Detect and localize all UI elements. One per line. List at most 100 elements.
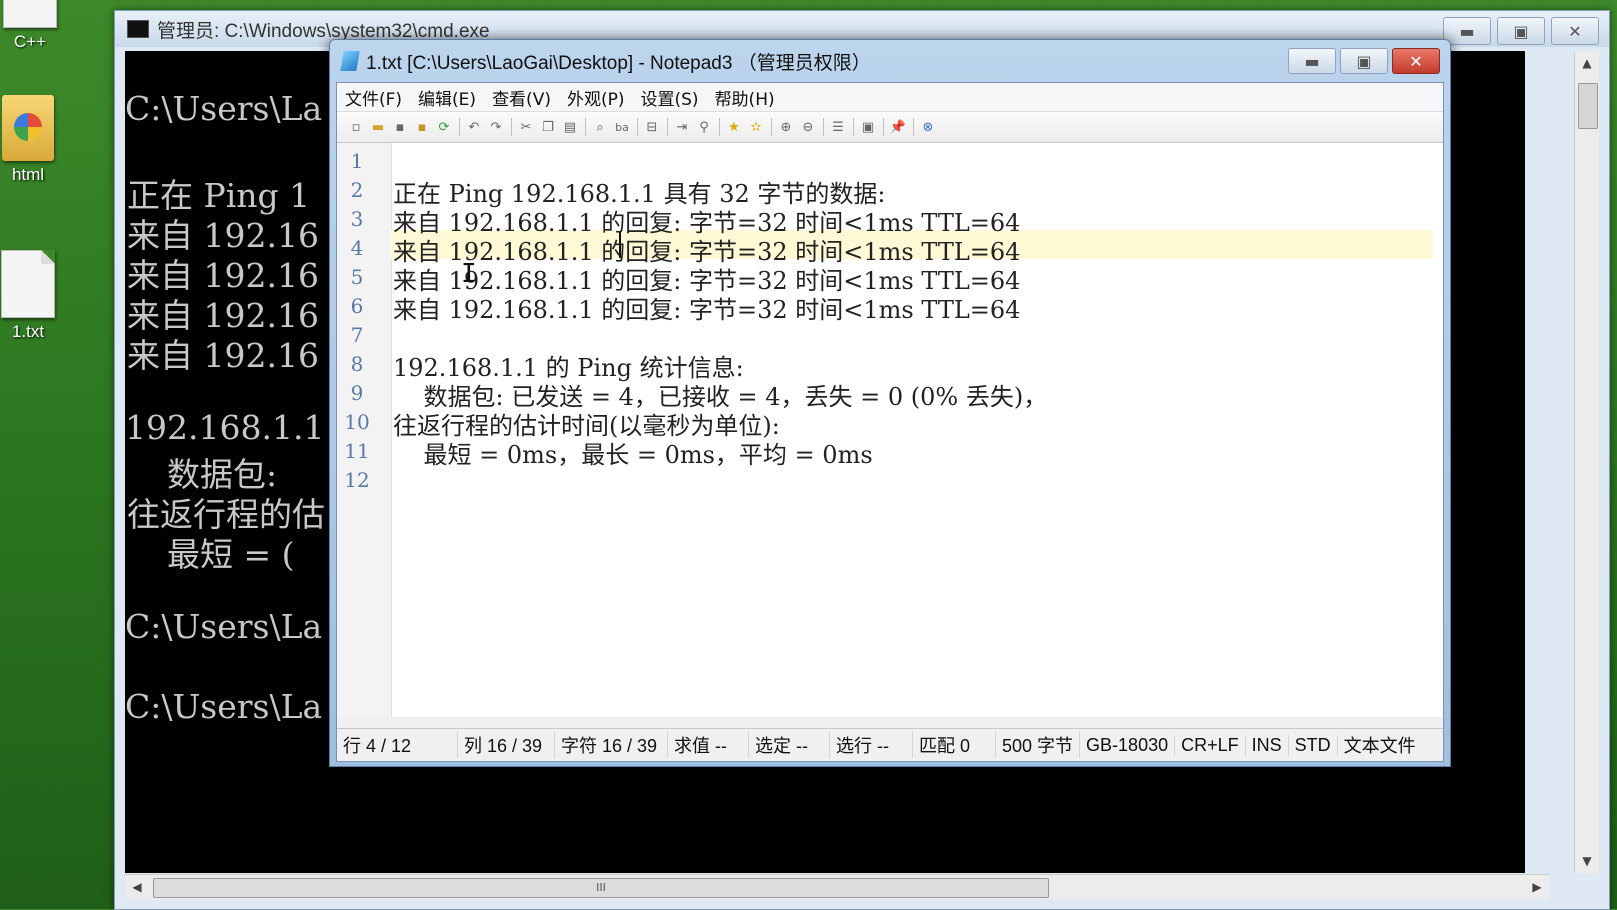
- status-line[interactable]: 行 4 / 12: [337, 732, 458, 758]
- toolbar-separator: [663, 116, 671, 138]
- menu-settings[interactable]: 设置(S): [633, 85, 707, 110]
- pin-icon[interactable]: 📌: [887, 116, 909, 138]
- line-number: 7: [350, 323, 364, 347]
- status-file-type[interactable]: 文本文件: [1338, 732, 1422, 758]
- cut-icon[interactable]: ✂: [515, 116, 537, 138]
- desktop-icon-html[interactable]: html: [0, 95, 68, 185]
- line-number: 9: [350, 381, 364, 405]
- status-selected-lines: 选行 --: [830, 732, 913, 758]
- notepad-titlebar[interactable]: 1.txt [C:\Users\LaoGai\Desktop] - Notepa…: [330, 40, 1450, 82]
- console-line: C:\Users\La: [125, 687, 323, 726]
- toolbar: ▫ ▬ ▪ ▪ ⟳ ↶ ↷ ✂ ❐ ▤ ⌕ ba ⊟ ⇥ ⚲ ★ ✫ ⊕ ⊖ ☰…: [337, 111, 1443, 143]
- close-button[interactable]: ✕: [1392, 48, 1440, 74]
- notepad3-icon: [340, 51, 360, 71]
- status-selection: 选定 --: [749, 732, 830, 758]
- line-number: 4: [350, 236, 364, 260]
- text-file-icon: [1, 250, 55, 318]
- status-bar: 行 4 / 12 列 16 / 39 字符 16 / 39 求值 -- 选定 -…: [337, 728, 1443, 761]
- line-number: 12: [344, 468, 370, 492]
- horizontal-scrollbar[interactable]: ◀ III ▶: [125, 874, 1549, 899]
- cpp-file-icon: [3, 0, 57, 28]
- menu-bar: 文件(F) 编辑(E) 查看(V) 外观(P) 设置(S) 帮助(H): [337, 83, 1443, 111]
- reload-icon[interactable]: ⟳: [433, 116, 455, 138]
- maximize-button[interactable]: ▣: [1340, 48, 1388, 74]
- status-eol[interactable]: CR+LF: [1175, 734, 1246, 756]
- save-as-icon[interactable]: ▪: [411, 116, 433, 138]
- scroll-down-icon[interactable]: ▼: [1575, 849, 1599, 873]
- status-std[interactable]: STD: [1289, 734, 1338, 756]
- toolbar-separator: [715, 116, 723, 138]
- status-matches: 匹配 0: [913, 732, 996, 758]
- toolbar-separator: [849, 116, 857, 138]
- line-number: 3: [350, 207, 364, 231]
- wordwrap-icon[interactable]: ⇥: [671, 116, 693, 138]
- line-number: 8: [350, 352, 364, 376]
- desktop-icon-label: C++: [13, 32, 47, 51]
- console-line: 最短 = (: [125, 535, 295, 574]
- line-number: 1: [350, 149, 364, 173]
- console-line: C:\Users\La: [125, 89, 323, 128]
- exit-icon[interactable]: ⊗: [917, 116, 939, 138]
- text-caret: [619, 232, 621, 258]
- notepad-title: 1.txt [C:\Users\LaoGai\Desktop] - Notepa…: [366, 52, 871, 74]
- paste-icon[interactable]: ▤: [559, 116, 581, 138]
- find-icon[interactable]: ⌕: [589, 116, 611, 138]
- line-number: 2: [350, 178, 364, 202]
- menu-file[interactable]: 文件(F): [337, 85, 410, 110]
- toolbar-separator: [819, 116, 827, 138]
- toolbar-separator: [455, 116, 463, 138]
- redo-icon[interactable]: ↷: [485, 116, 507, 138]
- menu-appearance[interactable]: 外观(P): [559, 85, 633, 110]
- toolbar-separator: [507, 116, 515, 138]
- desktop-icon-label: 1.txt: [11, 322, 45, 341]
- copy-icon[interactable]: ❐: [537, 116, 559, 138]
- scheme-icon[interactable]: ☰: [827, 116, 849, 138]
- scroll-right-icon[interactable]: ▶: [1525, 875, 1549, 899]
- minimize-button[interactable]: ▬: [1288, 48, 1336, 74]
- line-number: 6: [350, 294, 364, 318]
- new-file-icon[interactable]: ▫: [345, 116, 367, 138]
- fullscreen-icon[interactable]: ▣: [857, 116, 879, 138]
- replace-icon[interactable]: ba: [611, 116, 633, 138]
- line-number: 10: [344, 410, 370, 434]
- close-button[interactable]: ✕: [1551, 17, 1599, 45]
- menu-edit[interactable]: 编辑(E): [410, 85, 484, 110]
- goto-icon[interactable]: ⊟: [641, 116, 663, 138]
- scroll-left-icon[interactable]: ◀: [125, 875, 149, 899]
- scroll-thumb[interactable]: [1578, 83, 1598, 129]
- menu-help[interactable]: 帮助(H): [707, 85, 783, 110]
- desktop-icon-cpp[interactable]: C++: [0, 0, 70, 52]
- undo-icon[interactable]: ↶: [463, 116, 485, 138]
- toolbar-separator: [581, 116, 589, 138]
- status-encoding[interactable]: GB-18030: [1080, 734, 1176, 756]
- zoom-icon[interactable]: ⚲: [693, 116, 715, 138]
- zoom-out-icon[interactable]: ⊖: [797, 116, 819, 138]
- minimize-button[interactable]: ▬: [1443, 17, 1491, 45]
- zoom-in-icon[interactable]: ⊕: [775, 116, 797, 138]
- cmd-icon: [127, 20, 149, 38]
- html-folder-icon: [2, 95, 54, 161]
- scroll-thumb[interactable]: III: [153, 878, 1049, 898]
- status-column: 列 16 / 39: [458, 732, 555, 758]
- desktop-icon-1txt[interactable]: 1.txt: [0, 250, 68, 342]
- favorites-icon[interactable]: ★: [723, 116, 745, 138]
- line-number: 11: [344, 439, 370, 463]
- vertical-scrollbar[interactable]: ▲ ▼: [1574, 51, 1599, 873]
- status-eval: 求值 --: [668, 732, 749, 758]
- toolbar-separator: [767, 116, 775, 138]
- text-editor[interactable]: 1 2 3 4 5 6 7 8 9 10 11 12 正在 Ping 192.1…: [337, 143, 1443, 717]
- add-favorite-icon[interactable]: ✫: [745, 116, 767, 138]
- console-line: 192.168.1.1: [125, 408, 325, 447]
- toolbar-separator: [879, 116, 887, 138]
- maximize-button[interactable]: ▣: [1497, 17, 1545, 45]
- menu-view[interactable]: 查看(V): [484, 85, 559, 110]
- save-icon[interactable]: ▪: [389, 116, 411, 138]
- ibeam-cursor-icon: I: [461, 259, 477, 289]
- notepad3-window[interactable]: 1.txt [C:\Users\LaoGai\Desktop] - Notepa…: [329, 39, 1451, 767]
- toolbar-separator: [909, 116, 917, 138]
- code-line: 来自 192.168.1.1 的回复: 字节=32 时间<1ms TTL=64: [393, 296, 1021, 324]
- open-folder-icon[interactable]: ▬: [367, 116, 389, 138]
- status-ins-mode[interactable]: INS: [1246, 734, 1289, 756]
- scroll-up-icon[interactable]: ▲: [1575, 51, 1599, 75]
- console-line: 来自 192.16: [127, 336, 319, 375]
